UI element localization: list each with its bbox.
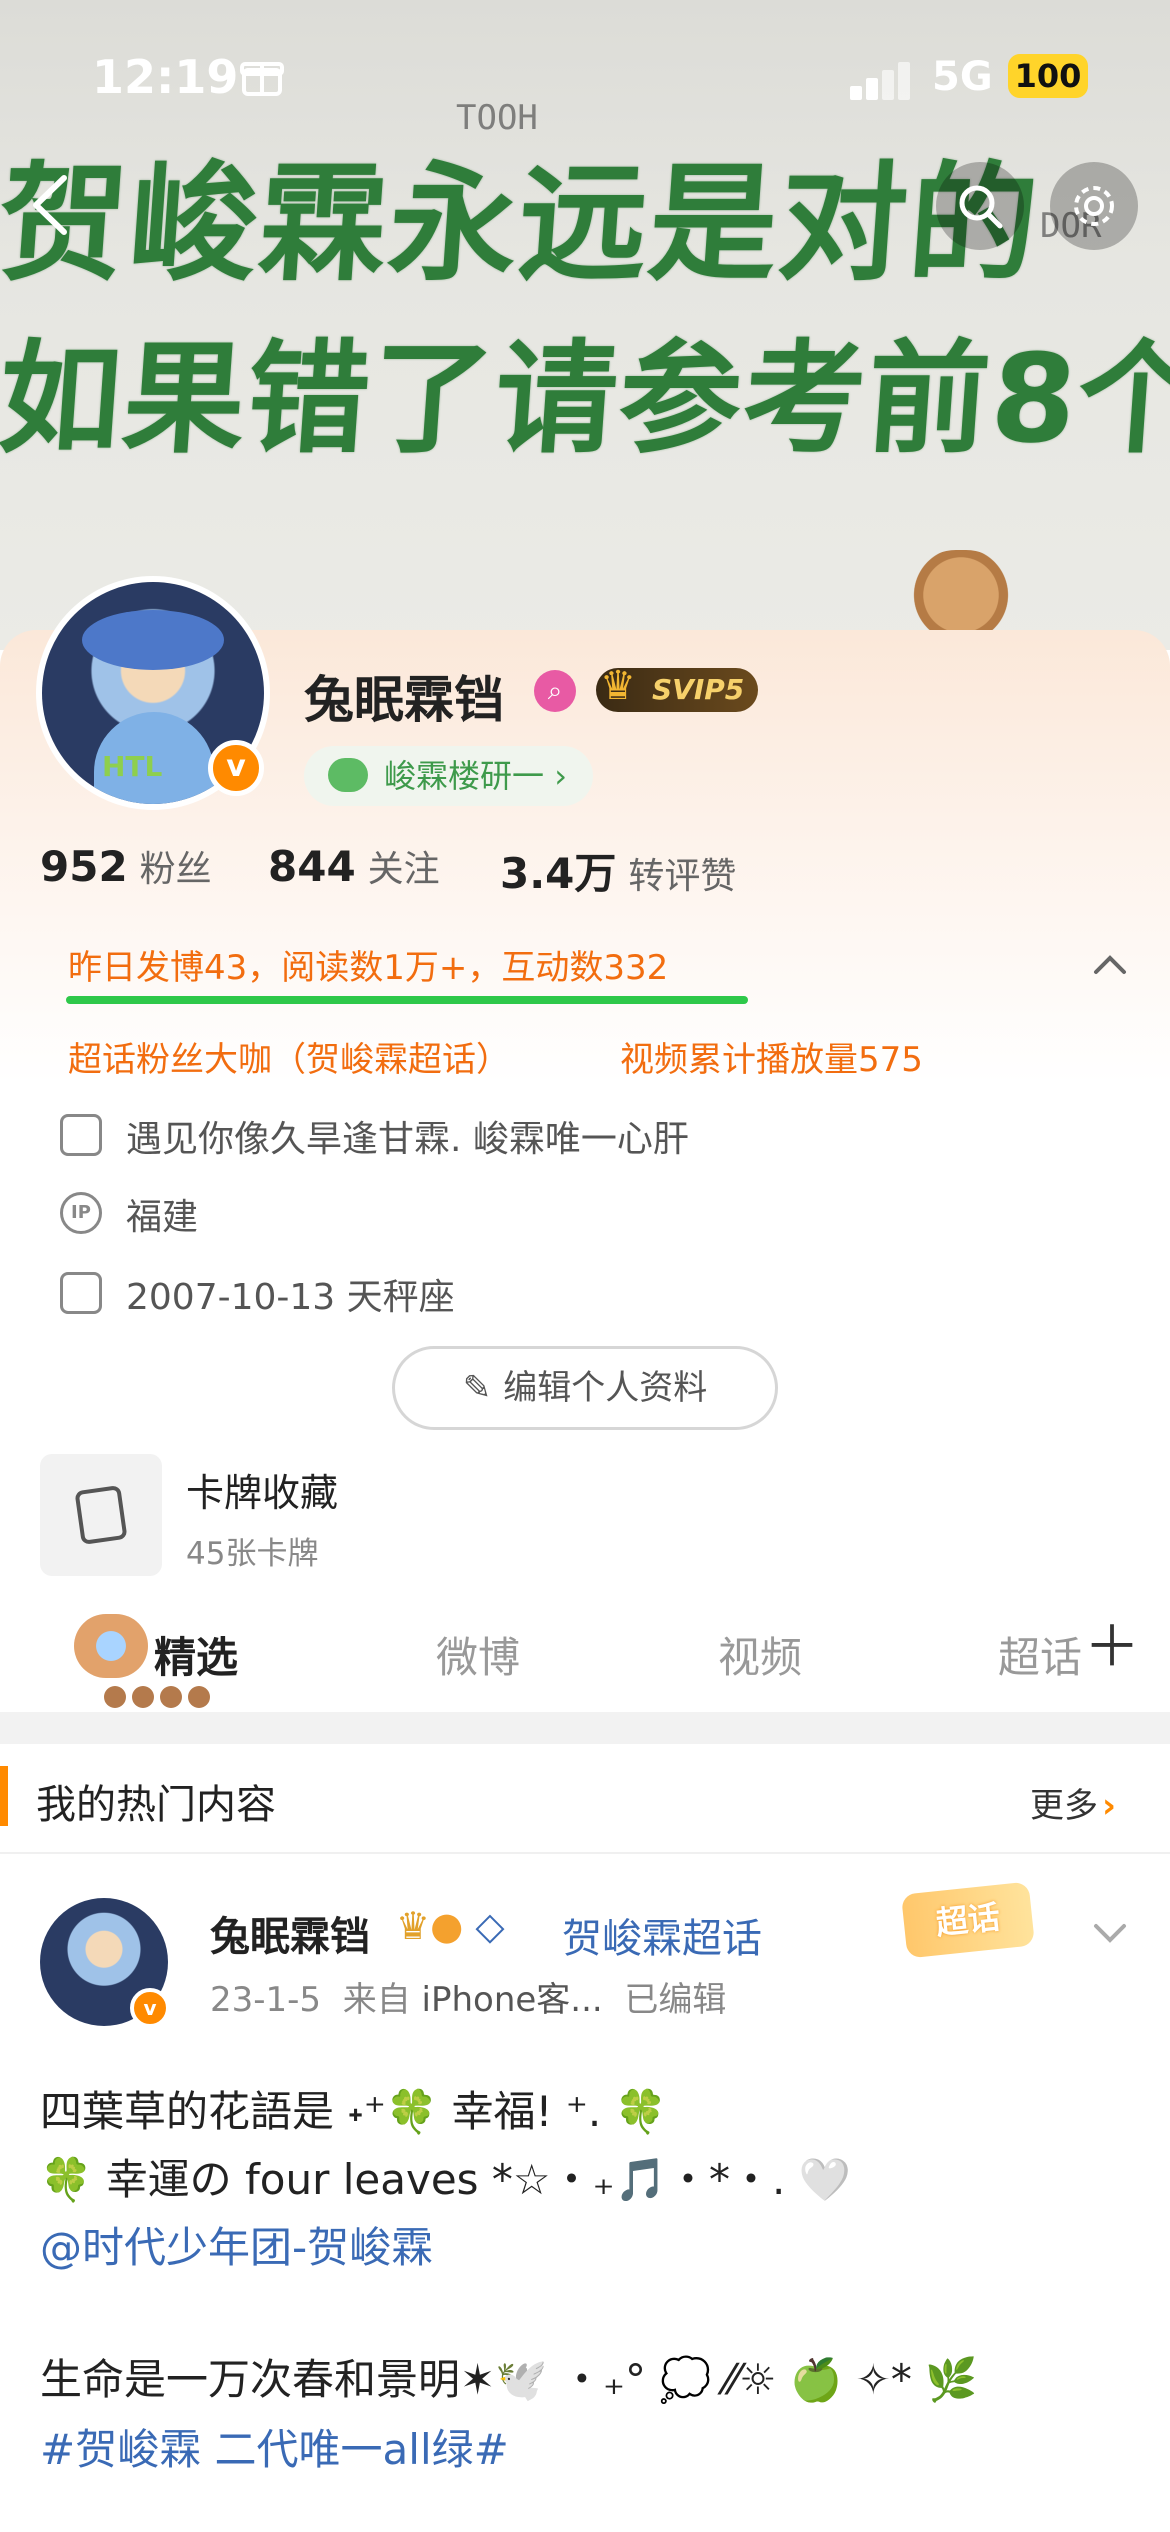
ip-icon: IP bbox=[60, 1192, 102, 1234]
tab-featured[interactable]: 精选 bbox=[154, 1624, 238, 1685]
search-icon bbox=[959, 185, 1003, 229]
yesterday-summary[interactable]: 昨日发博43，阅读数1万+，互动数332 bbox=[68, 940, 668, 989]
stat-interactions[interactable]: 3.4万 转评赞 bbox=[500, 840, 736, 901]
post-text-line: 🍀 幸運の four leaves *☆・₊🎵・*・. 🤍 bbox=[40, 2155, 852, 2204]
post-text-line: 生命是一万次春和景明✶🕊️ ・₊° 💭 ⁄⁄☼ 🍏 ✧* 🌿 bbox=[40, 2355, 978, 2404]
gift-icon bbox=[240, 54, 284, 98]
back-icon[interactable] bbox=[26, 170, 86, 240]
post-author-name[interactable]: 兔眠霖铛 bbox=[210, 1904, 370, 1962]
summary-progress-bar bbox=[66, 996, 748, 1004]
superfan-title[interactable]: 超话粉丝大咖（贺峻霖超话） bbox=[68, 1032, 510, 1081]
chevron-right-icon: › bbox=[554, 757, 567, 795]
network-type: 5G bbox=[932, 54, 993, 100]
profile-username: 兔眠霖铛 bbox=[304, 671, 504, 729]
chevron-right-icon: › bbox=[1102, 1786, 1117, 1826]
chevron-down-icon[interactable] bbox=[1090, 1912, 1130, 1952]
verified-badge: v bbox=[208, 740, 264, 796]
tab-supertopic[interactable]: 超话 bbox=[998, 1624, 1082, 1685]
stat-followers[interactable]: 952 粉丝 bbox=[40, 840, 212, 892]
section-accent-bar bbox=[0, 1766, 8, 1826]
stat-following[interactable]: 844 关注 bbox=[268, 840, 440, 892]
settings-button[interactable] bbox=[1050, 162, 1138, 250]
card-collection-count: 45张卡牌 bbox=[186, 1536, 319, 1572]
more-button[interactable]: 更多 › bbox=[1030, 1778, 1116, 1827]
tab-video[interactable]: 视频 bbox=[718, 1624, 802, 1685]
tab-decoration bbox=[104, 1686, 224, 1710]
signal-icon bbox=[850, 60, 914, 100]
tab-weibo[interactable]: 微博 bbox=[436, 1624, 520, 1685]
section-title: 我的热门内容 bbox=[36, 1782, 276, 1828]
card-collection-thumbnail[interactable] bbox=[40, 1454, 162, 1576]
document-icon bbox=[60, 1114, 102, 1156]
card-collection-title[interactable]: 卡牌收藏 bbox=[186, 1462, 338, 1517]
banner-text-line-2: 如果错了请参考前8个字 bbox=[0, 328, 1170, 470]
verified-badge: v bbox=[130, 1988, 170, 2028]
status-bar: 12:19 5G 100 bbox=[0, 40, 1170, 120]
svip-badge[interactable]: ♛ SVIP5 bbox=[596, 664, 759, 712]
crown-icon: ♛ bbox=[396, 1904, 431, 1948]
post-author-badges: ♛● ◇ bbox=[396, 1904, 505, 1948]
search-topic-icon[interactable]: ⌕ bbox=[534, 670, 576, 712]
post-card[interactable]: v 兔眠霖铛 ♛● ◇ 贺峻霖超话 超话 23-1-5 来自 iPhone客..… bbox=[0, 1856, 1170, 2532]
post-text-line: 四葉草的花語是 ˖⁺🍀 幸福! ⁺. 🍀 bbox=[40, 2087, 667, 2136]
battery-indicator: 100 bbox=[1008, 54, 1088, 98]
diamond-icon: ◇ bbox=[463, 1904, 505, 1948]
post-meta: 23-1-5 来自 iPhone客... 已编辑 bbox=[210, 1980, 727, 2020]
post-hashtag-link[interactable]: #贺峻霖 二代唯一all绿# bbox=[40, 2416, 509, 2477]
post-mention-link[interactable]: @时代少年团-贺峻霖 bbox=[40, 2214, 433, 2275]
mascot-icon bbox=[74, 1614, 148, 1678]
card-icon bbox=[74, 1485, 128, 1545]
post-topic-link[interactable]: 贺峻霖超话 bbox=[562, 1906, 762, 1964]
crown-icon: ♛ bbox=[600, 663, 636, 709]
calendar-icon bbox=[60, 1272, 102, 1314]
edit-profile-button[interactable]: ✎ 编辑个人资料 bbox=[392, 1346, 778, 1430]
hot-content-header: 我的热门内容 更多 › bbox=[0, 1744, 1170, 1854]
plus-icon[interactable]: ＋ bbox=[1084, 1618, 1140, 1678]
search-button[interactable] bbox=[936, 162, 1024, 250]
cloud-icon bbox=[328, 758, 368, 792]
video-plays[interactable]: 视频累计播放量575 bbox=[620, 1032, 923, 1081]
divider bbox=[0, 1712, 1170, 1744]
status-time: 12:19 bbox=[92, 50, 239, 104]
pufferfish-icon: ● bbox=[430, 1904, 464, 1948]
supertopic-sticker: 超话 bbox=[901, 1881, 1035, 1959]
chevron-up-icon[interactable] bbox=[1090, 944, 1130, 984]
group-chip[interactable]: 峻霖楼研一 › bbox=[304, 746, 593, 806]
settings-icon bbox=[1074, 186, 1114, 226]
pencil-icon: ✎ bbox=[462, 1368, 492, 1408]
